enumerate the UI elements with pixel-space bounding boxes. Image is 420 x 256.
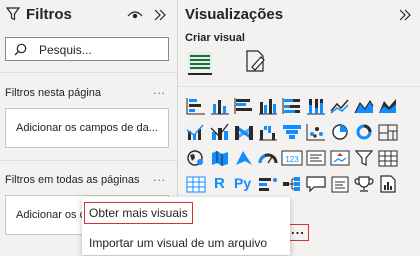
gauge-icon[interactable] xyxy=(257,148,279,168)
line-stacked-column-icon[interactable] xyxy=(209,122,231,142)
line-clustered-column-icon[interactable] xyxy=(185,122,207,142)
page-filters-label: Filtros nesta página xyxy=(5,87,101,99)
stacked-column-100-icon[interactable] xyxy=(305,96,327,116)
menu-item-label: Obter mais visuais xyxy=(89,206,188,220)
python-visual-label: Py xyxy=(234,175,252,191)
pie-chart-icon[interactable] xyxy=(329,122,351,142)
filled-map-icon[interactable] xyxy=(209,148,231,168)
r-visual-label: R xyxy=(214,175,225,192)
smart-narrative-icon[interactable] xyxy=(329,174,351,194)
page-filters-more-button[interactable]: ... xyxy=(153,83,166,97)
menu-item-import-visual-from-file[interactable]: Importar um visual de um arquivo xyxy=(82,230,290,256)
menu-item-label: Importar um visual de um arquivo xyxy=(89,236,268,250)
waterfall-chart-icon[interactable] xyxy=(257,122,279,142)
kpi-icon[interactable] xyxy=(329,148,351,168)
area-chart-icon[interactable] xyxy=(353,96,375,116)
format-visual-tab[interactable] xyxy=(244,48,268,74)
scatter-chart-icon[interactable] xyxy=(305,122,327,142)
all-pages-filters-more-button[interactable]: ... xyxy=(153,170,166,184)
python-visual-icon[interactable]: Py xyxy=(233,174,255,194)
multi-row-card-icon[interactable] xyxy=(305,148,327,168)
slicer-icon[interactable] xyxy=(353,148,375,168)
format-paintbrush-icon xyxy=(246,50,265,72)
more-visuals-highlight xyxy=(288,224,309,241)
stacked-bar-100-icon[interactable] xyxy=(281,96,303,116)
decomposition-tree-icon[interactable] xyxy=(281,174,303,194)
ribbon-chart-icon[interactable] xyxy=(233,122,255,142)
separator xyxy=(0,72,177,73)
trophy-icon[interactable] xyxy=(353,174,375,194)
stacked-area-icon[interactable] xyxy=(377,96,399,116)
search-icon xyxy=(14,43,27,56)
build-visual-tab[interactable] xyxy=(185,48,215,76)
r-visual-icon[interactable]: R xyxy=(209,174,231,194)
get-visuals-menu: Obter mais visuais Importar um visual de… xyxy=(82,197,290,255)
filter-icon xyxy=(6,7,20,21)
map-icon[interactable] xyxy=(185,148,207,168)
table-icon[interactable] xyxy=(377,148,399,168)
donut-chart-icon[interactable] xyxy=(353,122,375,142)
line-chart-icon[interactable] xyxy=(329,96,351,116)
filters-search-input[interactable]: Pesquis... xyxy=(5,37,169,61)
eye-icon[interactable] xyxy=(127,10,143,20)
all-pages-filters-label: Filtros em todas as páginas xyxy=(5,174,140,186)
stacked-bar-icon[interactable] xyxy=(185,96,207,116)
clustered-column-icon[interactable] xyxy=(257,96,279,116)
filters-title: Filtros xyxy=(26,6,72,23)
matrix-icon[interactable] xyxy=(185,174,207,194)
separator xyxy=(178,86,420,87)
collapse-filters-icon[interactable] xyxy=(153,9,167,21)
card-number-text: 123 xyxy=(285,155,299,164)
qa-icon[interactable] xyxy=(305,174,327,194)
collapse-visualizations-icon[interactable] xyxy=(398,9,412,21)
clustered-bar-icon[interactable] xyxy=(233,96,255,116)
card-icon[interactable]: 123 xyxy=(281,148,303,168)
page-filters-drop-zone[interactable]: Adicionar os campos de da... xyxy=(5,108,169,148)
key-influencers-icon[interactable] xyxy=(257,174,279,194)
azure-map-icon[interactable] xyxy=(233,148,255,168)
stacked-column-icon[interactable] xyxy=(209,96,231,116)
visualizations-title: Visualizações xyxy=(185,6,284,23)
search-placeholder: Pesquis... xyxy=(39,43,92,57)
create-visual-label: Criar visual xyxy=(185,32,245,44)
treemap-icon[interactable] xyxy=(377,122,399,142)
build-visual-icon xyxy=(188,52,212,75)
funnel-chart-icon[interactable] xyxy=(281,122,303,142)
separator xyxy=(0,160,177,161)
menu-item-get-more-visuals[interactable]: Obter mais visuais xyxy=(82,200,290,226)
paginated-report-icon[interactable] xyxy=(377,174,399,194)
